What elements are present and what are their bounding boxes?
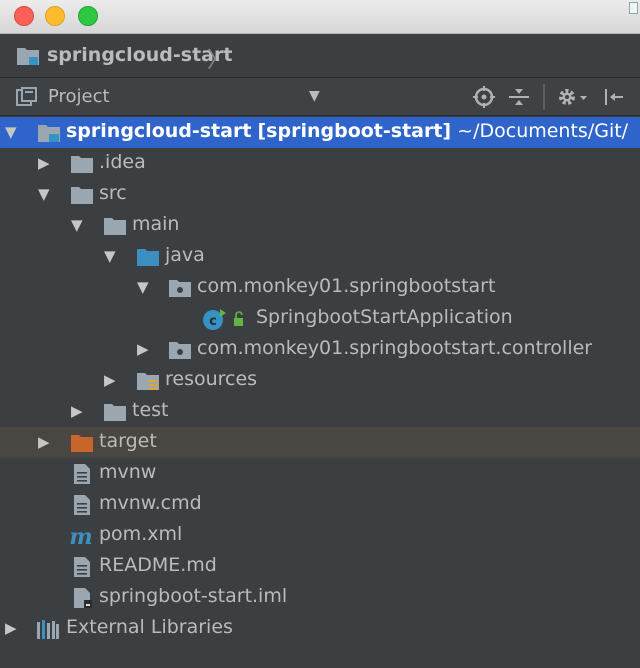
breadcrumb: springcloud-start 〉 bbox=[0, 34, 640, 78]
module-folder-icon bbox=[38, 125, 60, 142]
svg-text:c: c bbox=[209, 314, 217, 329]
file-icon bbox=[74, 495, 90, 515]
project-toolwindow-header: Project ▼ bbox=[0, 78, 640, 116]
file-icon bbox=[74, 557, 90, 577]
tree-label: README.md bbox=[99, 554, 217, 576]
folder-icon bbox=[71, 156, 93, 173]
expanded-arrow-icon[interactable]: ▼ bbox=[38, 184, 54, 204]
tree-item-root[interactable]: ▼ springcloud-start [springboot-start] ~… bbox=[0, 117, 640, 148]
root-module: [springboot-start] bbox=[257, 120, 452, 142]
tree-item-file[interactable]: springboot-start.iml bbox=[0, 582, 640, 613]
tree-label: java bbox=[165, 244, 205, 266]
collapsed-arrow-icon[interactable]: ▶ bbox=[71, 401, 87, 421]
view-selector-label[interactable]: Project bbox=[48, 86, 110, 107]
tree-label: src bbox=[99, 182, 127, 204]
tree-item-idea[interactable]: ▶ .idea bbox=[0, 148, 640, 179]
collapsed-arrow-icon[interactable]: ▶ bbox=[104, 370, 120, 390]
maven-icon: m bbox=[69, 525, 92, 547]
tree-label: test bbox=[132, 399, 169, 421]
tree-label: com.monkey01.springbootstart.controller bbox=[197, 337, 593, 359]
module-file-icon bbox=[74, 588, 92, 608]
window-titlebar bbox=[0, 0, 640, 34]
close-window-button[interactable] bbox=[14, 6, 34, 26]
breadcrumb-project[interactable]: springcloud-start bbox=[47, 44, 232, 66]
tree-item-target[interactable]: ▶ target bbox=[0, 427, 640, 458]
tree-item-main[interactable]: ▼ main bbox=[0, 210, 640, 241]
toolbar-separator bbox=[543, 84, 545, 110]
resources-folder-icon bbox=[137, 373, 159, 390]
libraries-icon bbox=[37, 620, 59, 639]
tree-item-file[interactable]: mvnw.cmd bbox=[0, 489, 640, 520]
tree-item-resources[interactable]: ▶ resources bbox=[0, 365, 640, 396]
project-tree: ▼ springcloud-start [springboot-start] ~… bbox=[0, 117, 640, 668]
collapse-icon[interactable] bbox=[508, 86, 530, 108]
document-icon bbox=[629, 2, 638, 14]
tree-label: mvnw bbox=[99, 461, 157, 483]
expanded-arrow-icon[interactable]: ▼ bbox=[104, 246, 120, 266]
tree-item-java[interactable]: ▼ java bbox=[0, 241, 640, 272]
tree-label: springboot-start.iml bbox=[99, 585, 288, 607]
collapsed-arrow-icon[interactable]: ▶ bbox=[38, 153, 54, 173]
expanded-arrow-icon[interactable]: ▼ bbox=[71, 215, 87, 235]
excluded-folder-icon bbox=[71, 435, 93, 452]
expanded-arrow-icon[interactable]: ▼ bbox=[137, 277, 153, 297]
folder-icon bbox=[104, 218, 126, 235]
collapsed-arrow-icon[interactable]: ▶ bbox=[137, 339, 153, 359]
project-view-icon bbox=[16, 87, 37, 106]
tree-item-package[interactable]: ▼ com.monkey01.springbootstart bbox=[0, 272, 640, 303]
tree-item-test[interactable]: ▶ test bbox=[0, 396, 640, 427]
tree-item-file[interactable]: mvnw bbox=[0, 458, 640, 489]
tree-label: com.monkey01.springbootstart bbox=[197, 275, 496, 297]
tree-item-file[interactable]: m pom.xml bbox=[0, 520, 640, 551]
svg-text:m: m bbox=[69, 525, 92, 547]
tree-item-file[interactable]: README.md bbox=[0, 551, 640, 582]
tree-label: main bbox=[132, 213, 180, 235]
tree-label: resources bbox=[165, 368, 258, 390]
collapsed-arrow-icon[interactable]: ▶ bbox=[38, 432, 54, 452]
tree-item-class[interactable]: c SpringbootStartApplication bbox=[0, 303, 640, 334]
collapsed-arrow-icon[interactable]: ▶ bbox=[5, 618, 21, 638]
zoom-window-button[interactable] bbox=[78, 6, 98, 26]
hide-icon[interactable] bbox=[603, 86, 625, 108]
expanded-arrow-icon[interactable]: ▼ bbox=[5, 122, 21, 142]
tree-label: External Libraries bbox=[66, 616, 233, 638]
module-folder-icon bbox=[17, 48, 39, 65]
tree-label: mvnw.cmd bbox=[99, 492, 202, 514]
chevron-down-icon[interactable]: ▼ bbox=[309, 88, 320, 104]
source-folder-icon bbox=[137, 249, 159, 266]
locate-icon[interactable] bbox=[473, 86, 495, 108]
class-icon: c bbox=[203, 309, 243, 330]
chevron-right-icon: 〉 bbox=[207, 48, 230, 73]
tree-item-package[interactable]: ▶ com.monkey01.springbootstart.controlle… bbox=[0, 334, 640, 365]
package-icon bbox=[169, 342, 191, 359]
minimize-window-button[interactable] bbox=[45, 6, 65, 26]
package-icon bbox=[169, 280, 191, 297]
root-path: ~/Documents/Git/ bbox=[457, 120, 629, 142]
file-icon bbox=[74, 464, 90, 484]
tree-label: .idea bbox=[99, 151, 146, 173]
tree-item-external-libraries[interactable]: ▶ External Libraries bbox=[0, 613, 640, 644]
gear-icon[interactable] bbox=[556, 86, 588, 108]
tree-item-src[interactable]: ▼ src bbox=[0, 179, 640, 210]
folder-icon bbox=[71, 187, 93, 204]
tree-label: pom.xml bbox=[99, 523, 183, 545]
folder-icon bbox=[104, 404, 126, 421]
tree-label: target bbox=[99, 430, 157, 452]
tree-label: SpringbootStartApplication bbox=[256, 306, 513, 328]
root-name: springcloud-start bbox=[66, 120, 252, 142]
